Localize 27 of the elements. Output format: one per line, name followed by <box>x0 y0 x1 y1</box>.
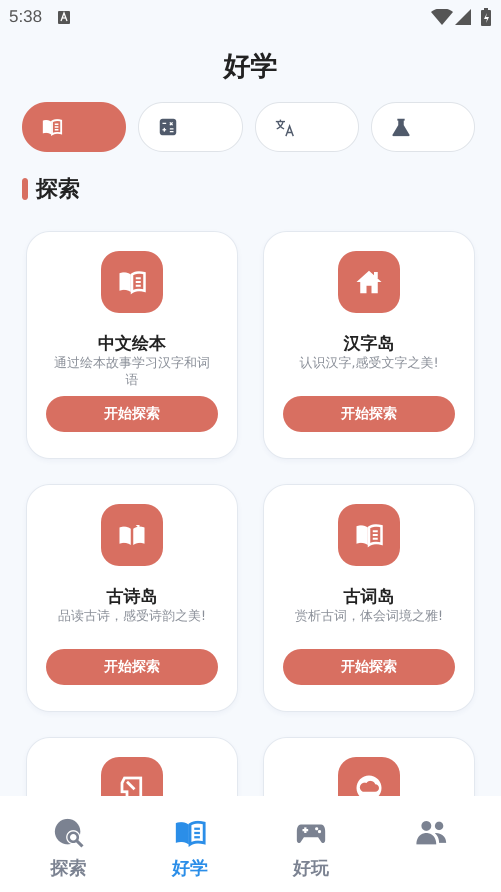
card-description: 认识汉字,感受文字之美! <box>299 355 439 373</box>
card-description: 通过绘本故事学习汉字和词语 <box>53 355 211 390</box>
card-title: 古诗岛 <box>106 586 158 608</box>
card-description: 品读古诗，感受诗韵之美! <box>58 608 206 626</box>
start-button[interactable]: 开始探索 <box>46 396 218 432</box>
start-button[interactable]: 开始探索 <box>283 649 455 685</box>
start-button[interactable]: 开始探索 <box>46 649 218 685</box>
card-description: 赏析古词，体会词境之雅! <box>294 608 444 626</box>
nav-tab[interactable]: 好学 <box>129 796 250 892</box>
signal-icon <box>455 9 471 25</box>
wifi-icon <box>431 9 453 25</box>
calculator-icon <box>157 116 180 138</box>
nav-tab[interactable]: 探索 <box>8 796 130 892</box>
card-title: 中文绘本 <box>98 333 166 355</box>
battery-icon <box>481 8 491 26</box>
status-time: 5:38 <box>9 7 42 27</box>
section-title: 探索 <box>36 176 80 204</box>
card-title: 古词岛 <box>344 586 394 608</box>
category-tab[interactable] <box>22 102 126 152</box>
section-marker <box>22 178 28 200</box>
keyboard-icon <box>58 10 70 24</box>
page-title: 好学 <box>222 50 278 84</box>
start-button[interactable]: 开始探索 <box>283 396 455 432</box>
flask-icon <box>390 116 412 138</box>
book-icon <box>41 116 63 138</box>
nav-tab[interactable]: 好玩 <box>250 796 372 892</box>
card-title: 汉字岛 <box>344 333 394 355</box>
